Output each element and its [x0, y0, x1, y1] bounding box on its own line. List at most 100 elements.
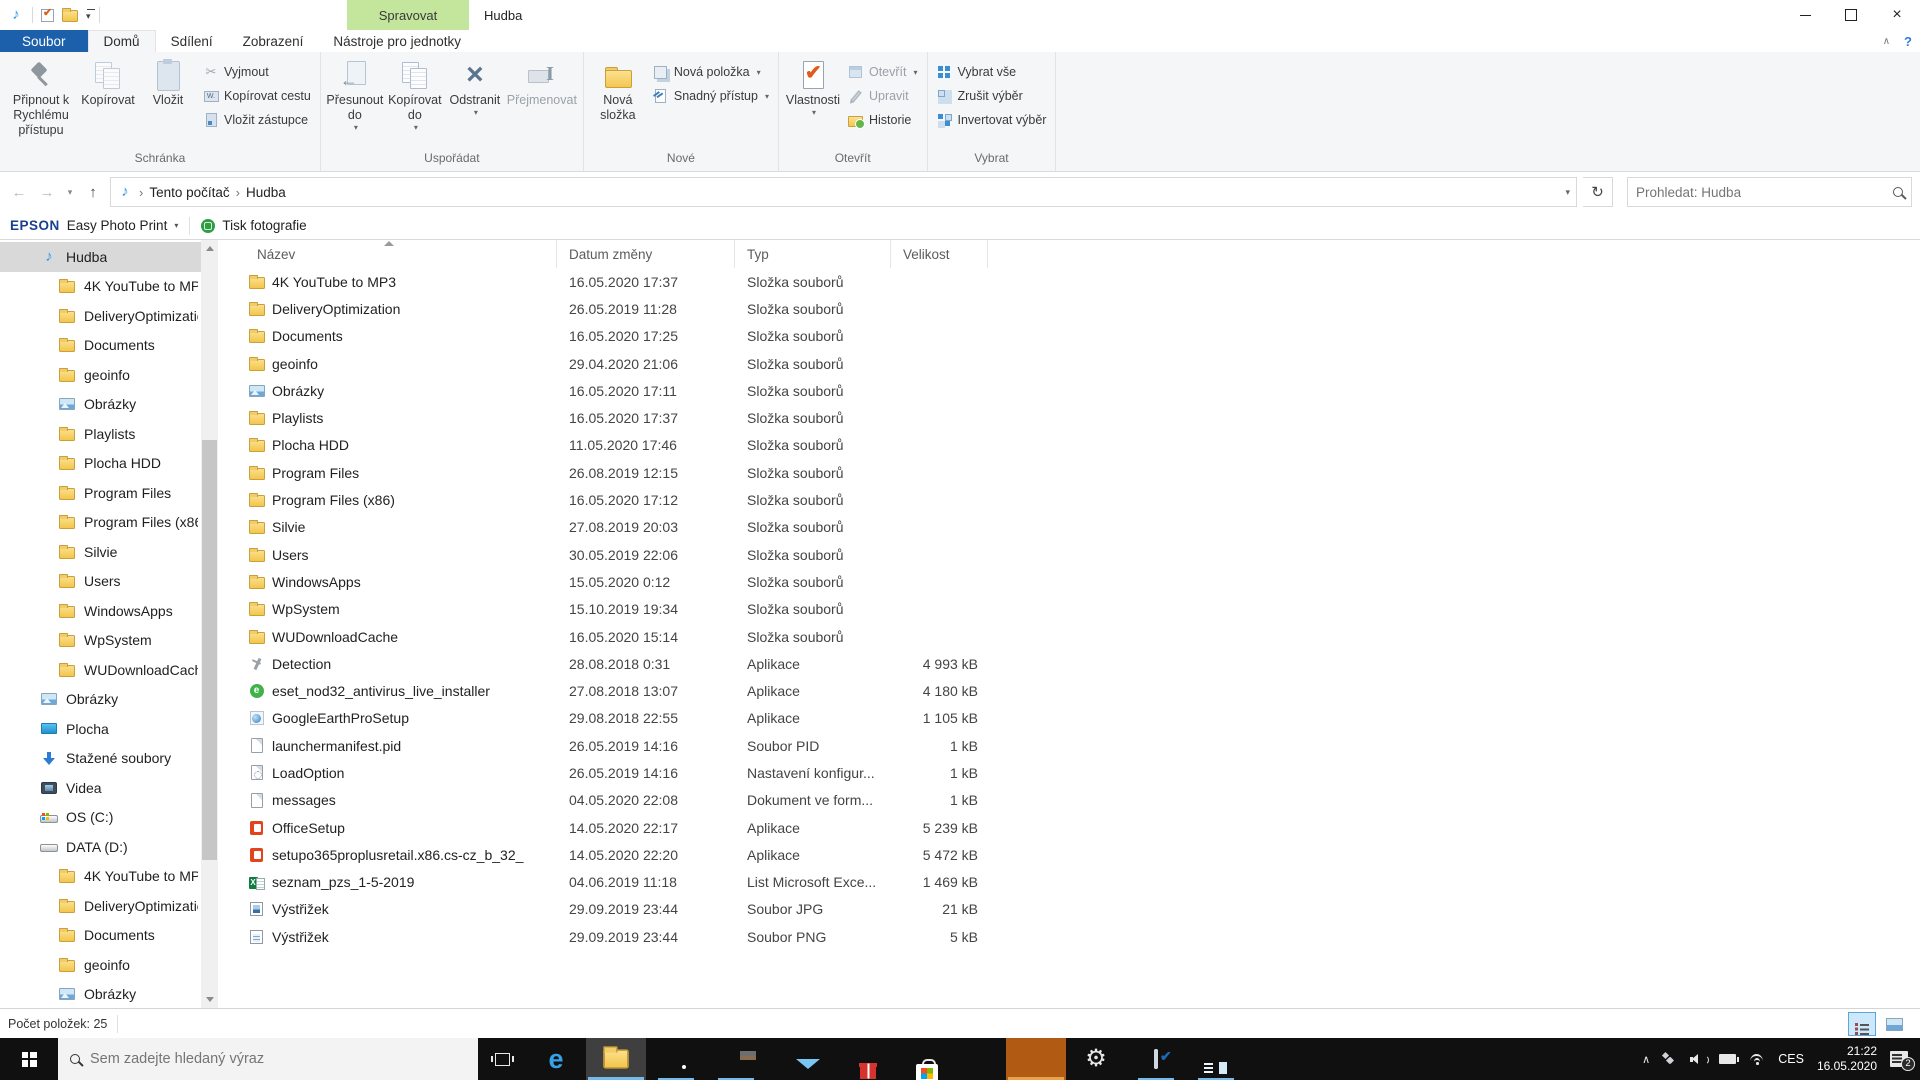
table-row[interactable]: GoogleEarthProSetup 29.08.2018 22:55 Aplik…: [218, 705, 1920, 732]
sidebar-item[interactable]: Playlists: [0, 419, 218, 449]
table-row[interactable]: Documents 16.05.2020 17:25 Složka souborů: [218, 323, 1920, 350]
breadcrumb-root[interactable]: Tento počítač: [149, 185, 229, 200]
column-header-type[interactable]: Typ: [735, 240, 891, 268]
battery-icon[interactable]: [1719, 1054, 1740, 1064]
language-indicator[interactable]: CES: [1778, 1052, 1804, 1066]
gift-app-taskbar-button[interactable]: [826, 1038, 886, 1080]
scroll-down-icon[interactable]: [201, 991, 218, 1008]
properties-quick-icon[interactable]: [41, 6, 54, 22]
sidebar-item[interactable]: 4K YouTube to MP3: [0, 272, 218, 302]
volume-icon[interactable]: [1690, 1053, 1710, 1066]
control-panel-taskbar-button[interactable]: [1186, 1038, 1246, 1080]
details-view-button[interactable]: [1848, 1012, 1876, 1036]
task-view-button[interactable]: [478, 1038, 526, 1080]
copy-button[interactable]: Kopírovat: [78, 55, 138, 110]
dropbox-icon[interactable]: [1663, 1052, 1677, 1066]
breadcrumb-current[interactable]: Hudba: [246, 185, 286, 200]
sidebar-item[interactable]: DeliveryOptimization: [0, 891, 218, 921]
new-item-button[interactable]: Nová položka ▾: [648, 60, 774, 84]
sidebar-item[interactable]: Program Files (x86): [0, 508, 218, 538]
select-all-button[interactable]: Vybrat vše: [932, 60, 1052, 84]
forward-icon[interactable]: →: [36, 184, 58, 201]
sidebar-item[interactable]: Program Files: [0, 478, 218, 508]
select-none-button[interactable]: Zrušit výběr: [932, 84, 1052, 108]
search-input[interactable]: [1636, 184, 1893, 200]
column-header-date[interactable]: Datum změny: [557, 240, 735, 268]
sidebar-item[interactable]: DATA (D:): [0, 832, 218, 862]
sidebar-item[interactable]: WUDownloadCache: [0, 655, 218, 685]
wifi-icon[interactable]: [1749, 1053, 1765, 1065]
settings-taskbar-button[interactable]: ⚙: [1066, 1038, 1126, 1080]
sidebar-item[interactable]: DeliveryOptimization: [0, 301, 218, 331]
recent-locations-icon[interactable]: ▾: [64, 187, 76, 198]
file-explorer-taskbar-button[interactable]: [586, 1038, 646, 1080]
table-row[interactable]: WindowsApps 15.05.2020 0:12 Složka souborů: [218, 568, 1920, 595]
sidebar-item[interactable]: Documents: [0, 331, 218, 361]
microsoft-store-taskbar-button[interactable]: [886, 1038, 946, 1080]
epson-product-label[interactable]: Easy Photo Print: [67, 218, 168, 233]
table-row[interactable]: geoinfo 29.04.2020 21:06 Složka souborů: [218, 350, 1920, 377]
taskbar-search-input[interactable]: [90, 1051, 466, 1067]
properties-button[interactable]: Vlastnosti ▾: [783, 55, 843, 119]
table-row[interactable]: DeliveryOptimization 26.05.2019 11:28 Slož…: [218, 295, 1920, 322]
table-row[interactable]: e eset_nod32_antivirus_live_installer 27.0…: [218, 677, 1920, 704]
table-row[interactable]: OfficeSetup 14.05.2020 22:17 Aplikace 5 239…: [218, 814, 1920, 841]
action-center-icon[interactable]: 2: [1890, 1051, 1915, 1071]
table-row[interactable]: Obrázky 16.05.2020 17:11 Složka souborů: [218, 377, 1920, 404]
maximize-button[interactable]: [1828, 0, 1874, 30]
close-button[interactable]: ×: [1874, 0, 1920, 30]
sidebar-item[interactable]: Obrázky: [0, 685, 218, 715]
table-row[interactable]: Detection 28.08.2018 0:31 Aplikace 4 993 kB: [218, 650, 1920, 677]
rename-button[interactable]: Přejmenovat: [505, 55, 579, 110]
cut-button[interactable]: ✂ Vyjmout: [198, 60, 316, 84]
table-row[interactable]: Users 30.05.2019 22:06 Složka souborů: [218, 541, 1920, 568]
copy-path-button[interactable]: W. Kopírovat cestu: [198, 84, 316, 108]
printer-tool-taskbar-button[interactable]: [706, 1038, 766, 1080]
new-folder-quick-icon[interactable]: [62, 8, 78, 22]
sidebar-item[interactable]: Obrázky: [0, 390, 218, 420]
copy-to-button[interactable]: Kopírovat do ▾: [385, 55, 445, 134]
sidebar-item[interactable]: Videa: [0, 773, 218, 803]
computer-check-taskbar-button[interactable]: [1126, 1038, 1186, 1080]
tab-home[interactable]: Domů: [87, 30, 156, 52]
manage-contextual-tab[interactable]: Spravovat: [347, 0, 469, 30]
search-icon[interactable]: [1893, 187, 1903, 197]
up-icon[interactable]: ↑: [82, 184, 104, 201]
print-photo-button[interactable]: Tisk fotografie: [222, 218, 306, 233]
column-header-size[interactable]: Velikost: [891, 240, 988, 268]
tray-overflow-icon[interactable]: ∧: [1642, 1053, 1650, 1066]
search-box[interactable]: [1627, 177, 1912, 207]
pin-to-quick-access-button[interactable]: Připnout k Rychlému přístupu: [4, 55, 78, 139]
table-row[interactable]: Výstřižek 29.09.2019 23:44 Soubor JPG 21 kB: [218, 896, 1920, 923]
sidebar-item[interactable]: OS (C:): [0, 803, 218, 833]
new-folder-button[interactable]: Nová složka: [588, 55, 648, 125]
sidebar-item[interactable]: WpSystem: [0, 626, 218, 656]
move-to-button[interactable]: Přesunout do ▾: [325, 55, 385, 134]
back-icon[interactable]: ←: [8, 184, 30, 201]
table-row[interactable]: 4K YouTube to MP3 16.05.2020 17:37 Složka …: [218, 268, 1920, 295]
sidebar-item[interactable]: ♪ Hudba: [0, 242, 218, 272]
mail-taskbar-button[interactable]: [766, 1038, 826, 1080]
minimize-button[interactable]: [1782, 0, 1828, 30]
sidebar-item[interactable]: WindowsApps: [0, 596, 218, 626]
thumbnails-view-button[interactable]: [1880, 1012, 1908, 1036]
sidebar-item[interactable]: Plocha HDD: [0, 449, 218, 479]
table-row[interactable]: setupo365proplusretail.x86.cs-cz_b_32_ 14…: [218, 841, 1920, 868]
table-row[interactable]: Výstřižek 29.09.2019 23:44 Soubor PNG 5 kB: [218, 923, 1920, 950]
address-bar[interactable]: ♪ › Tento počítač › Hudba ▾: [110, 177, 1577, 207]
customize-quick-access-icon[interactable]: ▾: [86, 8, 95, 22]
refresh-button[interactable]: ↻: [1583, 177, 1613, 207]
invert-selection-button[interactable]: Invertovat výběr: [932, 108, 1052, 132]
column-header-name[interactable]: Název: [218, 240, 557, 268]
address-dropdown-icon[interactable]: ▾: [1565, 187, 1570, 198]
paste-button[interactable]: Vložit: [138, 55, 198, 110]
chrome-taskbar-button[interactable]: [646, 1038, 706, 1080]
scroll-up-icon[interactable]: [201, 240, 218, 257]
tab-view[interactable]: Zobrazení: [228, 30, 319, 52]
sims-taskbar-button[interactable]: [946, 1038, 1006, 1080]
table-row[interactable]: Playlists 16.05.2020 17:37 Složka souborů: [218, 404, 1920, 431]
sidebar-item[interactable]: Obrázky: [0, 980, 218, 1009]
scrollbar-thumb[interactable]: [202, 440, 217, 860]
history-button[interactable]: Historie: [843, 108, 923, 132]
tab-drive-tools[interactable]: Nástroje pro jednotky: [318, 30, 476, 52]
